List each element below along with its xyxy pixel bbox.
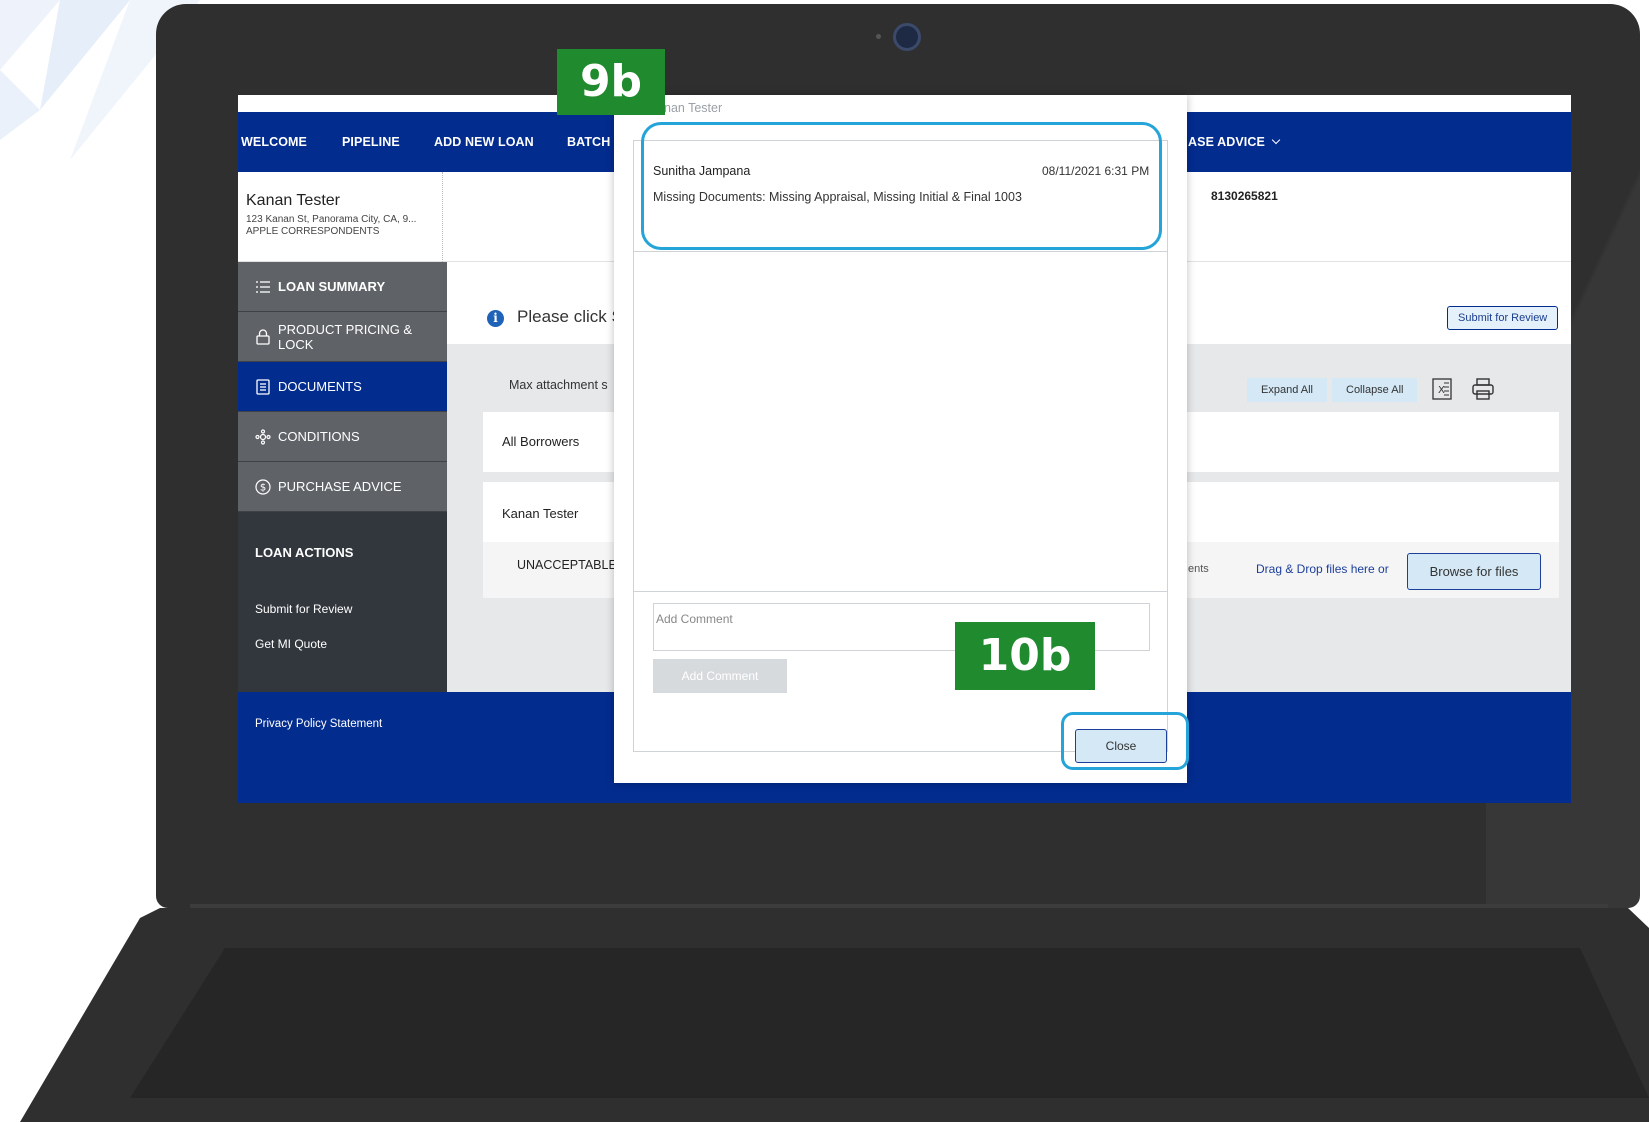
submit-for-review-link[interactable]: Submit for Review [255,602,352,616]
modal-title: nan Tester [664,101,723,115]
panel-title: Kanan Tester [502,506,579,521]
loan-number: 8130265821 [1211,189,1278,203]
sidebar-item-documents[interactable]: DOCUMENTS [238,362,447,412]
sidebar-item-label: DOCUMENTS [278,379,362,394]
privacy-policy-link[interactable]: Privacy Policy Statement [255,718,382,730]
browse-for-files-button[interactable]: Browse for files [1407,553,1541,590]
loan-actions-title: LOAN ACTIONS [255,545,354,560]
submit-for-review-button[interactable]: Submit for Review [1447,306,1559,330]
max-attachment-text: Max attachment s [509,378,608,392]
collapse-all-button[interactable]: Collapse All [1332,378,1418,402]
borrower-address: 123 Kanan St, Panorama City, CA, 9... [246,214,417,225]
lock-icon [256,328,270,345]
sidebar-item-product-pricing[interactable]: PRODUCT PRICING & LOCK [238,312,447,362]
webcam-icon [893,23,921,51]
close-highlight [1061,712,1189,770]
borrower-name: Kanan Tester [246,192,340,209]
document-icon [256,378,270,395]
notice-text: Please click S [517,307,623,326]
sidebar-item-purchase-advice[interactable]: $ PURCHASE ADVICE [238,462,447,512]
conditions-icon [255,428,271,445]
sidebar: LOAN SUMMARY PRODUCT PRICING & LOCK DOCU… [238,262,447,692]
camera-indicator [876,34,881,39]
borrower-company: APPLE CORRESPONDENTS [246,226,380,237]
borrower-card: Kanan Tester 123 Kanan St, Panorama City… [238,172,443,262]
nav-purchase-advice-label: ASE ADVICE [1188,135,1265,149]
sidebar-item-loan-summary[interactable]: LOAN SUMMARY [238,262,447,312]
nav-batch[interactable]: BATCH [567,112,610,172]
sidebar-item-label: PURCHASE ADVICE [278,479,402,494]
comment-highlight [641,122,1162,250]
sidebar-item-label: LOAN SUMMARY [278,279,386,294]
info-icon: i [487,310,504,327]
get-mi-quote-link[interactable]: Get MI Quote [255,637,327,651]
chevron-down-icon [1271,135,1281,145]
step-label-10b: 10b [955,622,1095,690]
sidebar-item-label: PRODUCT PRICING & LOCK [278,321,413,352]
dollar-icon: $ [255,478,271,495]
list-icon [256,280,270,293]
sidebar-item-label: CONDITIONS [278,429,360,444]
nav-pipeline[interactable]: PIPELINE [342,112,400,172]
add-comment-button[interactable]: Add Comment [653,659,787,693]
expand-all-button[interactable]: Expand All [1247,378,1327,402]
svg-text:$: $ [260,482,266,493]
panel-title: All Borrowers [502,434,580,449]
nav-welcome[interactable]: WELCOME [241,112,307,172]
print-icon[interactable] [1472,378,1494,400]
documents-fragment: ents [1188,563,1209,575]
nav-add-new-loan[interactable]: ADD NEW LOAN [434,112,534,172]
step-label-9b: 9b [557,49,665,115]
sidebar-item-conditions[interactable]: CONDITIONS [238,412,447,462]
divider [634,591,1167,592]
drag-drop-text: Drag & Drop files here or [1256,562,1389,576]
excel-export-icon[interactable]: X [1432,378,1452,400]
laptop-base [20,908,1649,1122]
svg-text:X: X [1438,385,1445,396]
divider [634,251,1167,252]
nav-purchase-advice[interactable]: ASE ADVICE [1188,112,1281,172]
document-status: UNACCEPTABLE [517,558,617,572]
